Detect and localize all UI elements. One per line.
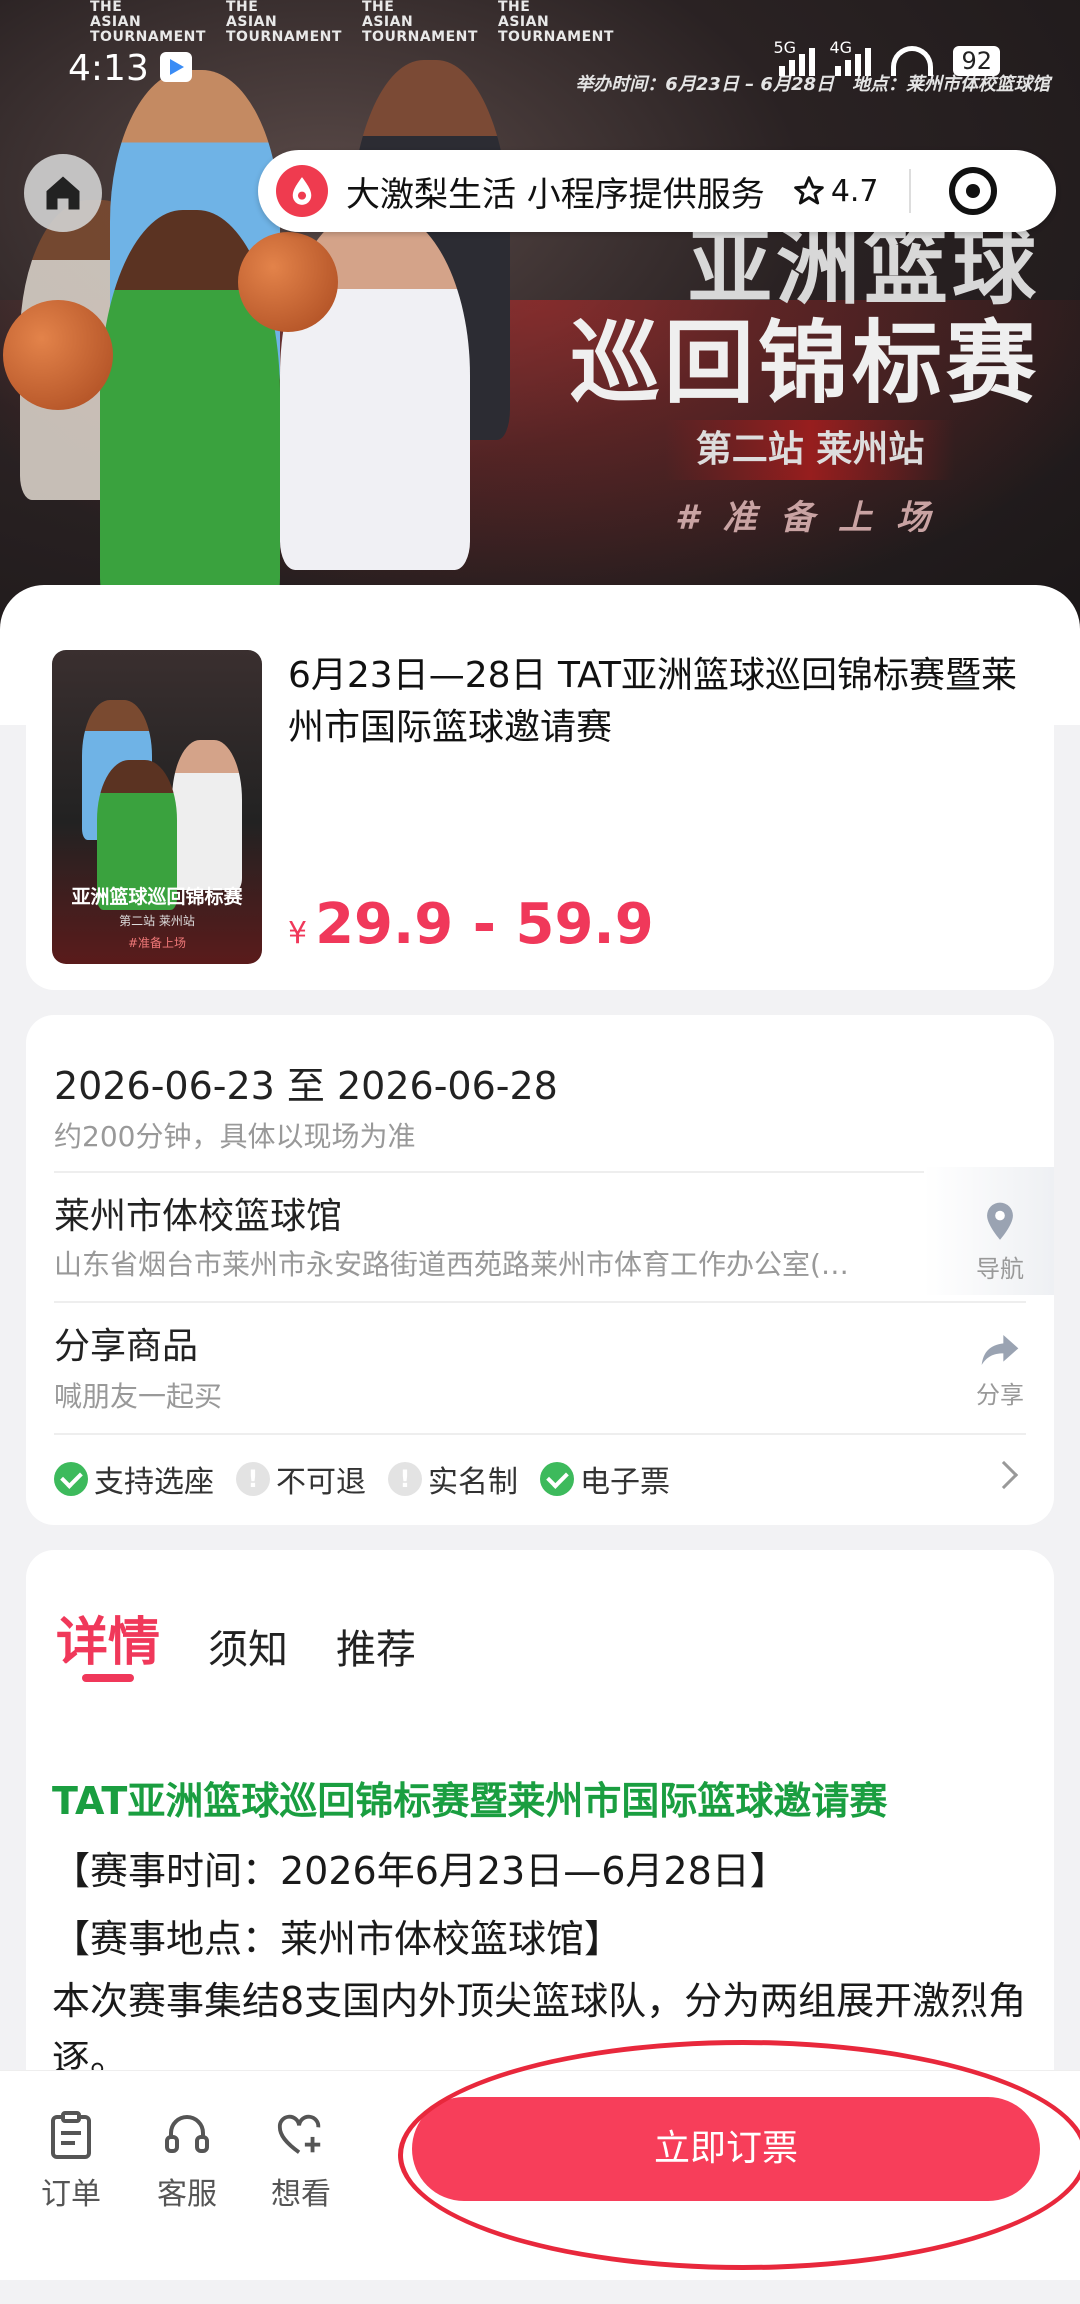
banner-stage: 第二站 莱州站 <box>665 420 955 480</box>
poster-player <box>172 740 242 890</box>
currency-symbol: ¥ <box>288 916 308 951</box>
wifi-icon <box>891 46 934 76</box>
navigate-label: 导航 <box>976 1255 1024 1283</box>
signal-icon: 4G <box>829 38 872 76</box>
feature-real-name: ! 实名制 <box>388 1457 518 1501</box>
exclamation-icon: ! <box>388 1462 422 1496</box>
close-target-icon[interactable] <box>948 167 997 215</box>
poster-subtitle: 第二站 莱州站 <box>119 914 195 928</box>
rating-value: 4.7 <box>830 173 879 209</box>
signal-icon: 5G <box>773 38 816 76</box>
star-icon <box>794 176 824 205</box>
event-title: 6月23日—28日 TAT亚洲篮球巡回锦标赛暨莱州市国际篮球邀请赛 <box>288 655 1017 748</box>
feature-label: 实名制 <box>428 1465 518 1500</box>
network-type: 4G <box>829 38 853 57</box>
banner-title-line2: 巡回锦标赛 <box>570 311 1040 416</box>
detail-tabs: 详情 须知 推荐 <box>56 1600 416 1675</box>
tab-details[interactable]: 详情 <box>56 1600 160 1675</box>
feature-e-ticket: 电子票 <box>540 1457 670 1501</box>
clipboard-icon <box>51 2111 91 2159</box>
divider <box>54 1301 1026 1303</box>
share-button[interactable]: 分享 <box>970 1331 1030 1410</box>
wishlist-button[interactable]: 想看 <box>256 2111 346 2213</box>
feature-label: 不可退 <box>276 1465 366 1500</box>
price-value: 29.9 - 59.9 <box>315 892 654 957</box>
orders-label: 订单 <box>41 2177 101 2212</box>
wishlist-label: 想看 <box>271 2177 331 2212</box>
chevron-right-icon[interactable] <box>989 1460 1019 1490</box>
headset-icon <box>165 2115 209 2153</box>
share-arrow-icon <box>981 1335 1019 1365</box>
battery-indicator: 92 <box>953 46 1000 76</box>
app-notification-icon <box>160 52 192 82</box>
customer-service-button[interactable]: 客服 <box>142 2111 232 2213</box>
mini-program-name: 大激梨生活 小程序提供服务 <box>346 174 765 215</box>
event-summary-card: 亚洲篮球巡回锦标赛 第二站 莱州站 #准备上场 6月23日—28日 TAT亚洲篮… <box>26 610 1054 990</box>
divider <box>54 1433 1026 1435</box>
check-icon <box>540 1462 574 1496</box>
brand-strip-item: THE ASIAN TOURNAMENT <box>362 0 478 45</box>
orders-button[interactable]: 订单 <box>26 2111 116 2213</box>
detail-place: 【赛事地点：莱州市体校篮球馆】 <box>52 1917 623 1961</box>
location-pin-icon <box>987 1202 1013 1240</box>
network-type: 5G <box>773 38 797 57</box>
share-subtitle: 喊朋友一起买 <box>54 1380 223 1413</box>
detail-time: 【赛事时间：2026年6月23日—6月28日】 <box>52 1849 788 1893</box>
tab-notice[interactable]: 须知 <box>208 1617 288 1675</box>
status-time: 4:13 <box>68 48 149 89</box>
brand-strip-item: THE ASIAN TOURNAMENT <box>498 0 614 45</box>
feature-label: 支持选座 <box>94 1465 214 1500</box>
price-range: ¥ 29.9 - 59.9 <box>288 892 654 957</box>
mini-program-logo-icon <box>276 165 328 217</box>
basketball <box>3 300 113 410</box>
event-date-range: 2026-06-23 至 2026-06-28 <box>54 1064 558 1108</box>
service-label: 客服 <box>157 2177 217 2212</box>
check-icon <box>54 1462 88 1496</box>
divider <box>54 1171 1026 1173</box>
mp-divider <box>908 169 911 213</box>
ticket-features[interactable]: 支持选座 ! 不可退 ! 实名制 电子票 <box>54 1457 670 1501</box>
event-banner: THE ASIAN TOURNAMENT THE ASIAN TOURNAMEN… <box>0 0 1080 640</box>
mini-program-rating[interactable]: 4.7 <box>793 174 879 209</box>
brand-strip-item: THE ASIAN TOURNAMENT <box>226 0 342 45</box>
feature-seat-selection: 支持选座 <box>54 1457 214 1501</box>
feature-label: 电子票 <box>580 1465 670 1500</box>
system-nav-strip <box>0 2280 1080 2304</box>
exclamation-icon: ! <box>236 1462 270 1496</box>
brand-strip: THE ASIAN TOURNAMENT THE ASIAN TOURNAMEN… <box>0 0 1080 45</box>
brand-strip-item: THE ASIAN TOURNAMENT <box>90 0 206 45</box>
event-duration: 约200分钟，具体以现场为准 <box>54 1120 416 1153</box>
heart-plus-icon <box>277 2114 321 2154</box>
home-button[interactable] <box>24 154 102 232</box>
venue-address[interactable]: 山东省烟台市莱州市永安路街道西苑路莱州市体育工作办公室(… <box>54 1243 974 1283</box>
details-card: 详情 须知 推荐 TAT亚洲篮球巡回锦标赛暨莱州市国际篮球邀请赛 【赛事时间：2… <box>26 1550 1054 2070</box>
event-poster[interactable]: 亚洲篮球巡回锦标赛 第二站 莱州站 #准备上场 <box>52 650 262 964</box>
poster-title: 亚洲篮球巡回锦标赛 <box>71 886 243 908</box>
navigate-button[interactable]: 导航 <box>970 1201 1030 1284</box>
banner-slogan: # 准 备 上 场 <box>675 498 937 538</box>
basketball <box>238 232 338 332</box>
event-info-card: 2026-06-23 至 2026-06-28 约200分钟，具体以现场为准 莱… <box>26 1015 1054 1525</box>
status-indicators: 5G 4G 92 <box>773 38 1000 76</box>
tab-recommend[interactable]: 推荐 <box>336 1617 416 1675</box>
share-label: 分享 <box>976 1381 1024 1409</box>
feature-no-refund: ! 不可退 <box>236 1457 366 1501</box>
venue-name[interactable]: 莱州市体校篮球馆 <box>54 1187 342 1239</box>
highlight-circle <box>398 2040 1080 2270</box>
active-tab-indicator <box>82 1674 134 1682</box>
detail-heading: TAT亚洲篮球巡回锦标赛暨莱州市国际篮球邀请赛 <box>52 1779 888 1823</box>
poster-slogan: #准备上场 <box>127 936 187 950</box>
share-title[interactable]: 分享商品 <box>54 1317 198 1369</box>
mini-program-bar[interactable]: 大激梨生活 小程序提供服务 4.7 <box>258 150 1056 232</box>
home-icon <box>46 176 80 210</box>
